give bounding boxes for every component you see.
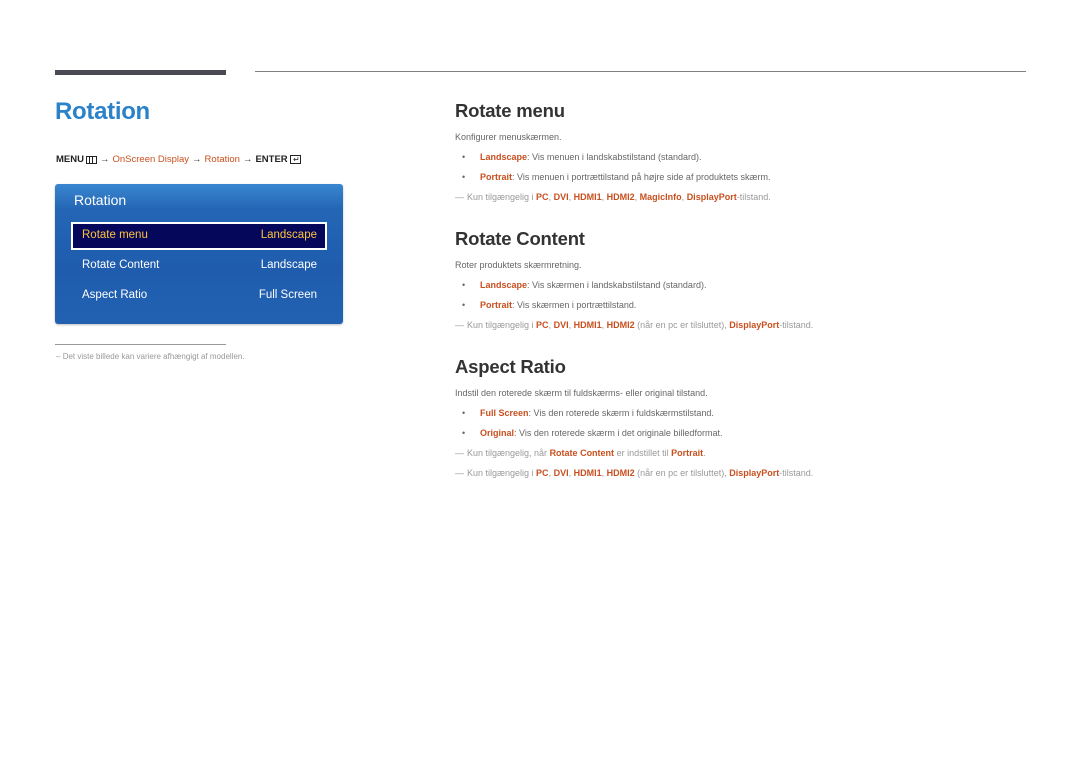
term: Portrait [671,448,704,458]
note-text: . [703,448,706,458]
list-item: • Landscape: Vis menuen i landskabstilst… [455,151,1035,171]
note-dash-icon: — [455,468,464,478]
note-dash-icon: — [455,320,464,330]
term: DVI [553,192,569,202]
description: : Vis den roterede skærm i det originale… [514,428,723,438]
osd-row-label: Aspect Ratio [82,289,148,301]
note-text: Kun tilgængelig i [467,192,537,202]
note-text: -tilstand. [779,320,814,330]
note: — Kun tilgængelig i PC, DVI, HDMI1, HDMI… [455,319,1035,339]
footnote-divider [55,344,226,345]
arrow-icon: → [99,154,110,165]
breadcrumb-onscreen-display: OnScreen Display [112,154,190,165]
term: DVI [553,468,569,478]
osd-rotation-menu: Rotation Rotate menu Landscape Rotate Co… [55,184,343,324]
term: DisplayPort [729,320,780,330]
bullet-icon: • [462,172,466,182]
footnote-dash: – [56,352,61,361]
note-text: Kun tilgængelig, når [467,448,550,458]
section-title: Aspect Ratio [455,356,566,377]
osd-title: Rotation [74,192,127,208]
bullet-icon: • [462,408,466,418]
breadcrumb-menu: MENU [56,154,84,165]
note-text: -tilstand. [736,192,771,202]
list-item: • Portrait: Vis menuen i portrættilstand… [455,171,1035,191]
list-item: • Portrait: Vis skærmen i portrættilstan… [455,299,1035,319]
note-dash-icon: — [455,448,464,458]
note-text: -tilstand. [779,468,814,478]
osd-row-aspect-ratio[interactable]: Aspect Ratio Full Screen [71,282,327,310]
arrow-icon: → [242,154,253,165]
osd-row-value: Landscape [260,229,317,241]
term: Landscape [480,280,528,290]
header-rule-thick [55,70,226,75]
list-item: • Landscape: Vis skærmen i landskabstils… [455,279,1035,299]
menu-grid-icon [85,155,97,164]
term: DVI [553,320,569,330]
note-dash-icon: — [455,192,464,202]
footnote-text: Det viste billede kan variere afhængigt … [62,352,245,361]
section-intro: Roter produktets skærmretning. [455,260,582,270]
term: Original [480,428,515,438]
term: Full Screen [480,408,529,418]
breadcrumb-enter: ENTER [255,154,288,165]
bullet-icon: • [462,280,466,290]
osd-row-label: Rotate menu [82,229,148,241]
description: : Vis skærmen i landskabstilstand (stand… [527,280,707,290]
section-intro: Konfigurer menuskærmen. [455,132,562,142]
term: HDMI1 [573,192,602,202]
description: : Vis skærmen i portrættilstand. [512,300,637,310]
section-rotate-content: Rotate Content Roter produktets skærmret… [455,228,1035,339]
term: PC [536,192,549,202]
term: HDMI2 [606,192,635,202]
arrow-icon: → [192,154,202,165]
bullet-icon: • [462,300,466,310]
section-aspect-ratio: Aspect Ratio Indstil den roterede skærm … [455,356,1035,487]
term: Rotate Content [549,448,615,458]
breadcrumb-rotation: Rotation [204,154,240,165]
description: : Vis menuen i portrættilstand på højre … [512,172,771,182]
osd-row-value: Landscape [260,259,317,271]
term: Landscape [480,152,528,162]
osd-row-rotate-menu[interactable]: Rotate menu Landscape [71,222,327,250]
footnote: – Det viste billede kan variere afhængig… [56,352,245,361]
note-text: (når en pc er tilsluttet), [634,468,730,478]
note: — Kun tilgængelig i PC, DVI, HDMI1, HDMI… [455,191,1035,211]
term: PC [536,468,549,478]
page-title: Rotation [55,98,150,125]
term: DisplayPort [729,468,780,478]
note-text: (når en pc er tilsluttet), [634,320,730,330]
section-rotate-menu: Rotate menu Konfigurer menuskærmen. • La… [455,100,1035,211]
note-text: er indstillet til [614,448,672,458]
section-title: Rotate Content [455,228,585,249]
term: Portrait [480,300,513,310]
description: : Vis menuen i landskabstilstand (standa… [527,152,702,162]
bullet-icon: • [462,428,466,438]
term: PC [536,320,549,330]
osd-row-rotate-content[interactable]: Rotate Content Landscape [71,252,327,280]
osd-row-value: Full Screen [258,289,317,301]
enter-icon: ↵ [289,155,301,164]
term: Portrait [480,172,513,182]
term: HDMI2 [606,468,635,478]
term: MagicInfo [639,192,682,202]
breadcrumb: MENU → OnScreen Display → Rotation → ENT… [56,154,301,165]
header-rule-thin [255,71,1026,72]
list-item: • Original: Vis den roterede skærm i det… [455,427,1035,447]
description: : Vis den roterede skærm i fuldskærmstil… [528,408,714,418]
section-intro: Indstil den roterede skærm til fuldskærm… [455,388,708,398]
note-text: Kun tilgængelig i [467,320,537,330]
section-title: Rotate menu [455,100,565,121]
list-item: • Full Screen: Vis den roterede skærm i … [455,407,1035,427]
term: HDMI2 [606,320,635,330]
note: — Kun tilgængelig i PC, DVI, HDMI1, HDMI… [455,467,1035,487]
note: — Kun tilgængelig, når Rotate Content er… [455,447,1035,467]
osd-row-label: Rotate Content [82,259,160,271]
bullet-icon: • [462,152,466,162]
term: HDMI1 [573,468,602,478]
note-text: Kun tilgængelig i [467,468,537,478]
term: HDMI1 [573,320,602,330]
term: DisplayPort [686,192,737,202]
